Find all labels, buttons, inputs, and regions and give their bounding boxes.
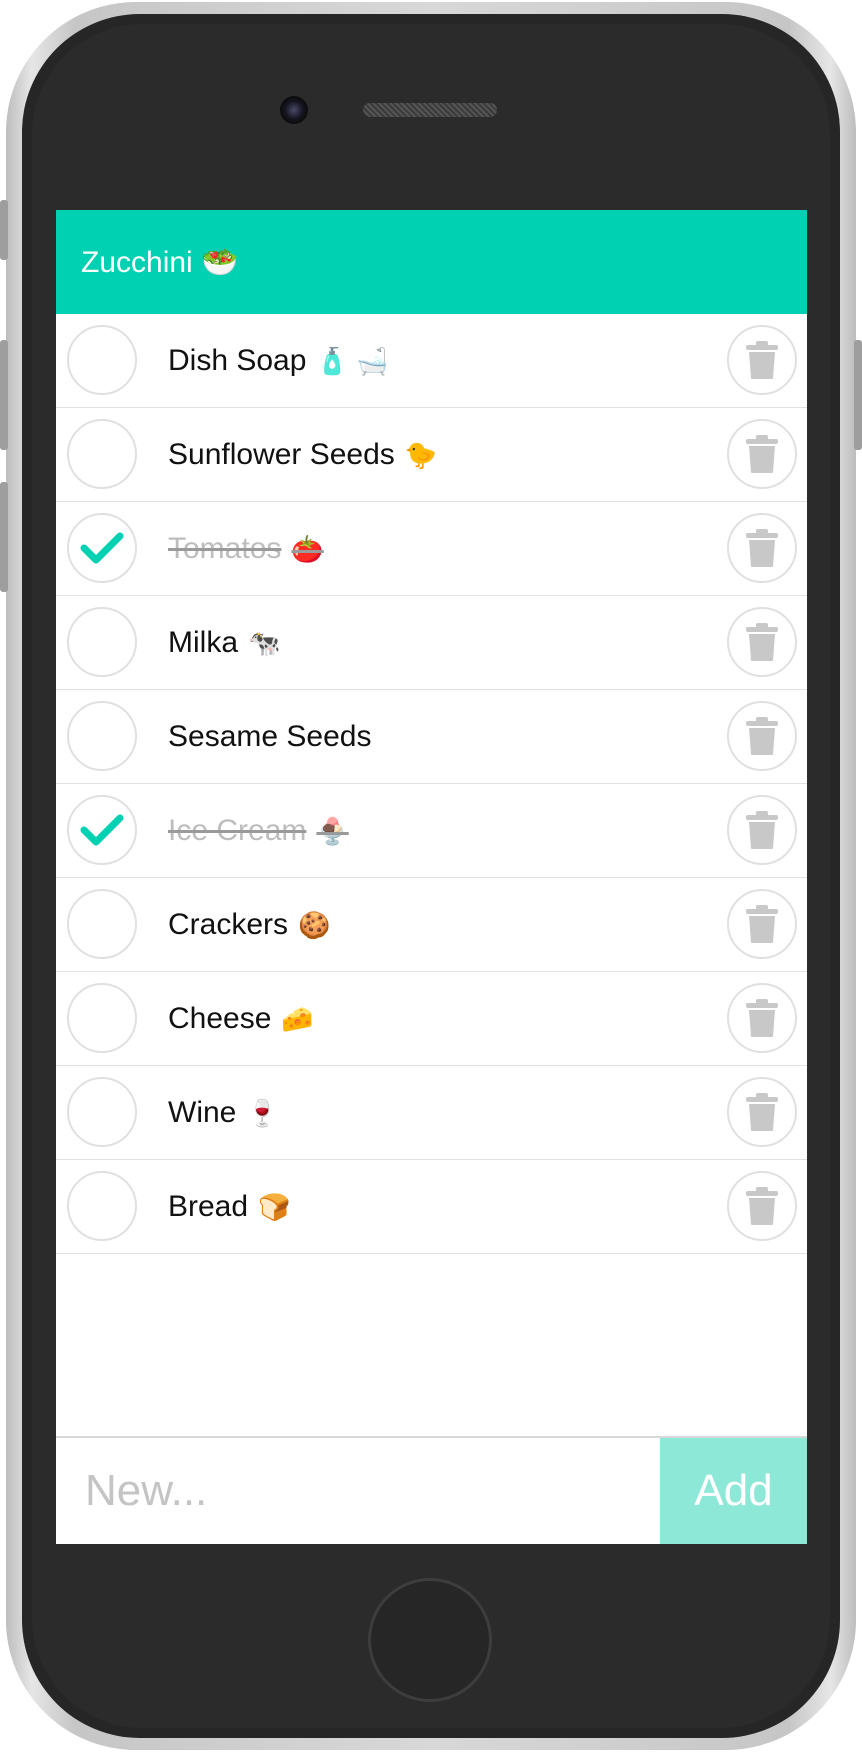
- trash-icon: [746, 435, 778, 473]
- delete-button[interactable]: [727, 1171, 797, 1241]
- app-screen: Zucchini 🥗 Dish Soap 🧴 🛁 Sunflower Seeds 🐤 T…: [56, 210, 807, 1544]
- item-label: Dish Soap 🧴 🛁: [168, 314, 388, 407]
- app-header: Zucchini 🥗: [56, 210, 807, 314]
- list-item: Cheese 🧀: [56, 972, 807, 1066]
- app-title: Zucchini 🥗: [81, 245, 239, 279]
- item-label: Tomatos 🍅: [168, 502, 324, 595]
- checkbox[interactable]: [67, 701, 137, 771]
- checkbox[interactable]: [67, 1171, 137, 1241]
- item-label: Sunflower Seeds 🐤: [168, 408, 437, 501]
- checkmark-icon: [80, 814, 124, 846]
- item-name: Wine: [168, 1096, 237, 1129]
- trash-icon: [746, 341, 778, 379]
- item-name: Sunflower Seeds: [168, 438, 395, 471]
- shopping-list: Dish Soap 🧴 🛁 Sunflower Seeds 🐤 Tomatos 🍅 Milk…: [56, 314, 807, 1254]
- checkbox[interactable]: [67, 325, 137, 395]
- delete-button[interactable]: [727, 889, 797, 959]
- delete-button[interactable]: [727, 325, 797, 395]
- trash-icon: [746, 717, 778, 755]
- checked-checkbox[interactable]: [67, 795, 137, 865]
- power-button: [854, 340, 862, 450]
- delete-button[interactable]: [727, 701, 797, 771]
- item-emoji-icon: 🍪: [298, 910, 331, 940]
- item-emoji-icon: 🍞: [258, 1192, 291, 1222]
- trash-icon: [746, 1187, 778, 1225]
- checkbox[interactable]: [67, 607, 137, 677]
- item-label: Milka 🐄: [168, 596, 280, 689]
- delete-button[interactable]: [727, 607, 797, 677]
- earpiece-speaker: [363, 103, 497, 117]
- volume-up-button: [0, 340, 8, 450]
- item-name: Ice Cream: [168, 814, 307, 847]
- delete-button[interactable]: [727, 795, 797, 865]
- list-item: Crackers 🍪: [56, 878, 807, 972]
- item-emoji-icon: 🍷: [246, 1098, 279, 1128]
- item-emoji-icon: 🧴 🛁: [316, 346, 389, 376]
- trash-icon: [746, 811, 778, 849]
- item-emoji-icon: 🐤: [404, 440, 438, 470]
- item-label: Crackers 🍪: [168, 878, 330, 971]
- item-name: Bread: [168, 1190, 249, 1223]
- item-emoji-icon: 🍅: [291, 534, 324, 564]
- list-item: Wine 🍷: [56, 1066, 807, 1160]
- list-item: Bread 🍞: [56, 1160, 807, 1254]
- item-label: Ice Cream 🍨: [168, 784, 349, 877]
- list-item: Dish Soap 🧴 🛁: [56, 314, 807, 408]
- volume-down-button: [0, 482, 8, 592]
- item-name: Crackers: [168, 908, 289, 941]
- delete-button[interactable]: [727, 1077, 797, 1147]
- item-emoji-icon: 🐄: [248, 628, 281, 658]
- delete-button[interactable]: [727, 983, 797, 1053]
- checkbox[interactable]: [67, 1077, 137, 1147]
- checkmark-icon: [80, 532, 124, 564]
- item-label: Cheese 🧀: [168, 972, 314, 1065]
- trash-icon: [746, 529, 778, 567]
- list-item: Sunflower Seeds 🐤: [56, 408, 807, 502]
- item-emoji-icon: 🧀: [281, 1004, 314, 1034]
- checkbox[interactable]: [67, 419, 137, 489]
- item-name: Dish Soap: [168, 344, 307, 377]
- item-name: Cheese: [168, 1002, 272, 1035]
- trash-icon: [746, 1093, 778, 1131]
- trash-icon: [746, 623, 778, 661]
- front-camera-icon: [280, 96, 308, 124]
- salad-icon: 🥗: [201, 245, 239, 279]
- item-emoji-icon: 🍨: [316, 816, 349, 846]
- add-item-bar: Add: [56, 1436, 807, 1544]
- item-label: Wine 🍷: [168, 1066, 279, 1159]
- list-item: Sesame Seeds: [56, 690, 807, 784]
- silent-switch: [0, 200, 8, 260]
- checkbox[interactable]: [67, 983, 137, 1053]
- list-item: Milka 🐄: [56, 596, 807, 690]
- list-item: Ice Cream 🍨: [56, 784, 807, 878]
- list-item: Tomatos 🍅: [56, 502, 807, 596]
- item-name: Milka: [168, 626, 239, 659]
- item-name: Sesame Seeds: [168, 720, 372, 753]
- home-button[interactable]: [368, 1578, 492, 1702]
- trash-icon: [746, 905, 778, 943]
- checkbox[interactable]: [67, 889, 137, 959]
- new-item-input[interactable]: [56, 1438, 660, 1544]
- checked-checkbox[interactable]: [67, 513, 137, 583]
- delete-button[interactable]: [727, 513, 797, 583]
- delete-button[interactable]: [727, 419, 797, 489]
- add-button[interactable]: Add: [660, 1438, 807, 1544]
- item-label: Sesame Seeds: [168, 690, 381, 783]
- item-name: Tomatos: [168, 532, 282, 565]
- item-label: Bread 🍞: [168, 1160, 290, 1253]
- trash-icon: [746, 999, 778, 1037]
